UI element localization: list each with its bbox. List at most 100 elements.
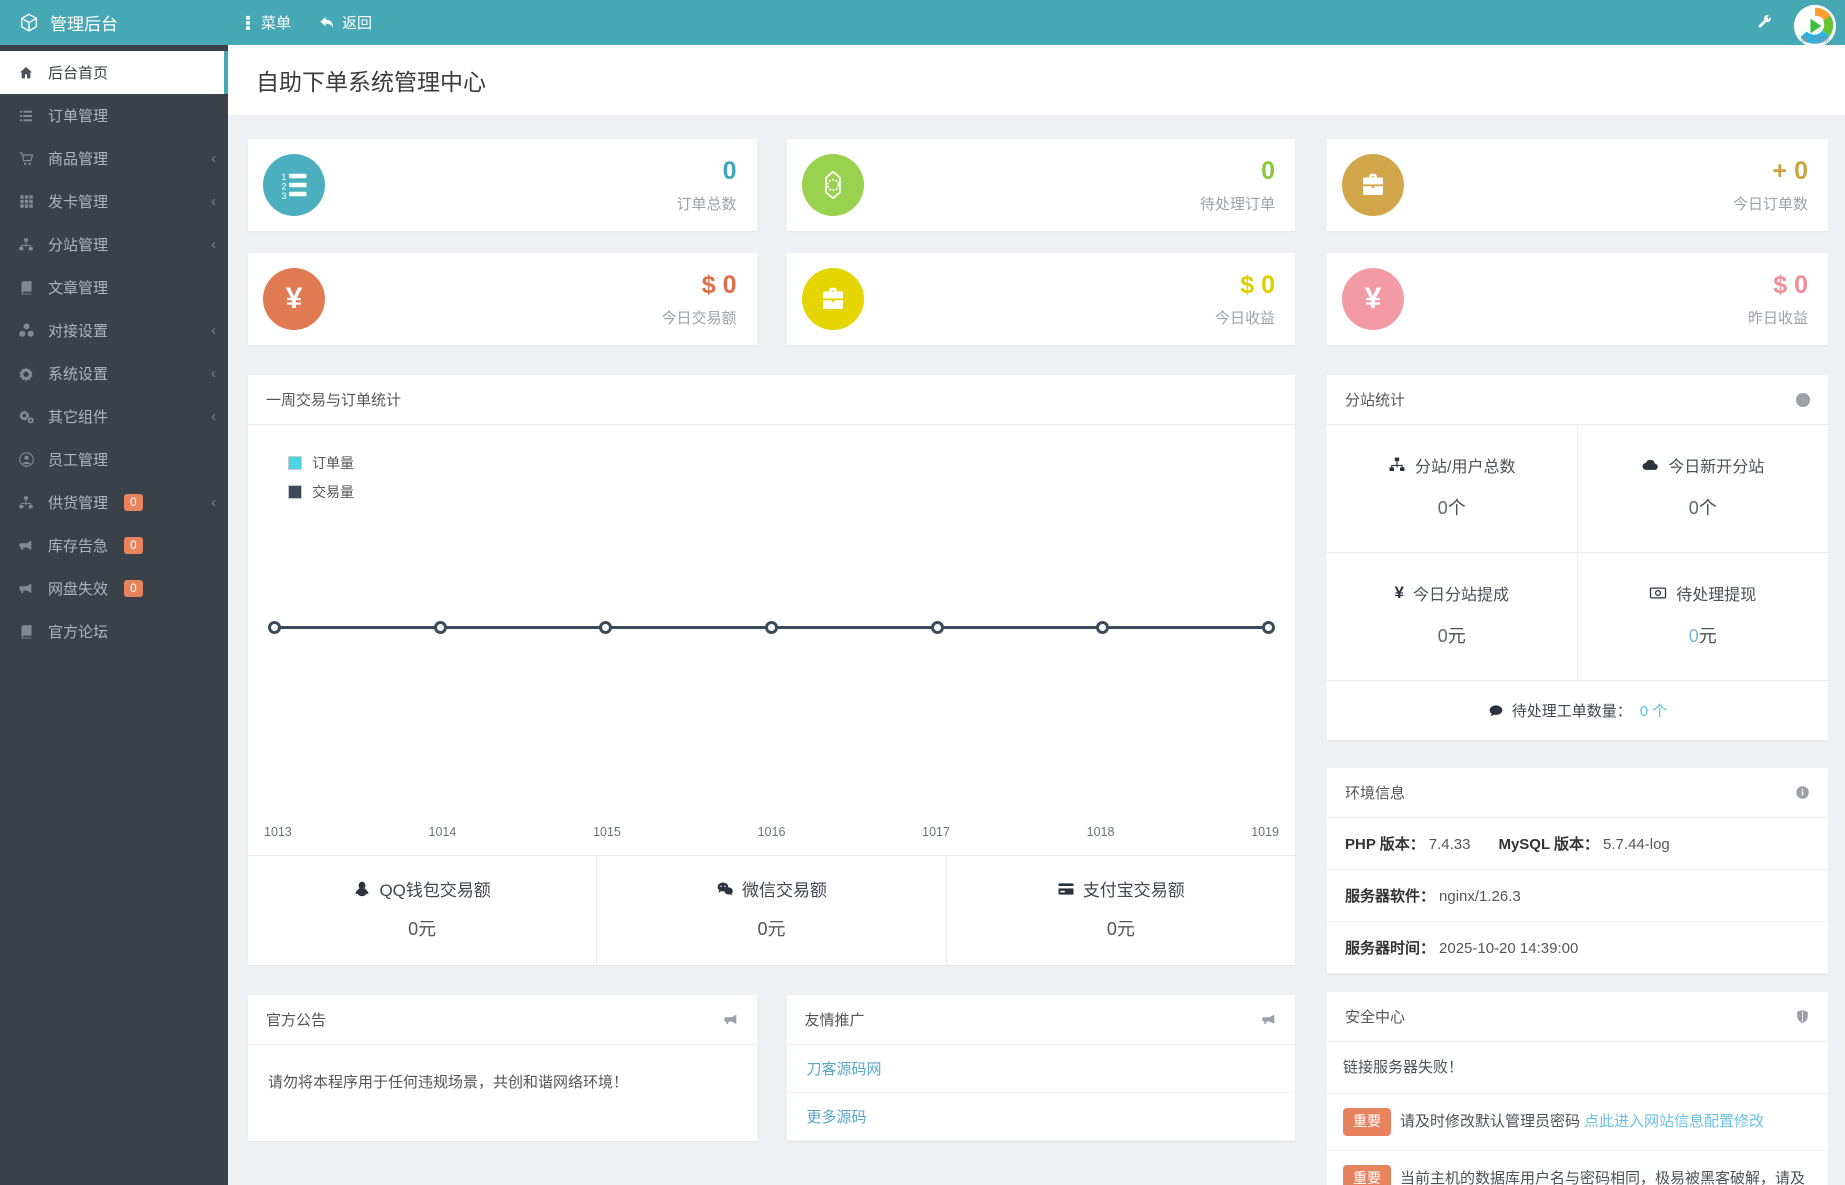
stat-card-today-orders[interactable]: + 0 今日订单数 [1327,139,1828,231]
gears-icon [16,408,36,425]
chevron-left-icon: ‹ [211,365,216,382]
data-point-marker [1096,621,1110,634]
chevron-left-icon: ‹ [211,193,216,210]
sidebar-item-integrations[interactable]: 对接设置 ‹ [0,309,228,352]
list-ol-icon: 123 [263,154,325,216]
stat-value: + 0 [1772,156,1808,185]
sidebar-item-cards[interactable]: 发卡管理 ‹ [0,180,228,223]
sidebar-item-orders[interactable]: 订单管理 [0,94,228,137]
x-tick: 1018 [1086,825,1115,839]
chart-panel-header: 一周交易与订单统计 [248,375,1295,425]
count-badge: 0 [124,494,143,511]
pending-tickets-count[interactable]: 0 个 [1640,700,1668,721]
user-icon [16,451,36,468]
cart-icon [16,150,36,167]
sidebar-item-forum[interactable]: 官方论坛 [0,610,228,653]
chevron-left-icon: ‹ [211,408,216,425]
topbar-right: 腾讯视频 [1756,0,1845,48]
chart-markers [268,621,1275,634]
substation-stat-total: 分站/用户总数 0个 [1327,425,1578,553]
x-tick: 1019 [1251,825,1279,839]
promo-link-daoke[interactable]: 刀客源码网 [786,1045,1295,1093]
payment-stat-qq: QQ钱包交易额 0元 [248,856,596,965]
stat-label: 今日订单数 [1732,195,1808,213]
comment-icon [1489,704,1503,716]
stat-value: $ 0 [1240,270,1275,299]
back-button[interactable]: 返回 [319,12,372,33]
chevron-left-icon: ‹ [211,236,216,253]
brand[interactable]: 管理后台 [0,10,228,35]
weekly-chart-panel: 一周交易与订单统计 订单量 交易量 1013 1014 1015 1016 10… [248,375,1295,965]
sidebar-item-settings[interactable]: 系统设置 ‹ [0,352,228,395]
briefcase-icon [801,268,864,330]
stat-card-today-profit[interactable]: $ 0 今日收益 [786,253,1295,345]
bullhorn-icon [1261,1012,1277,1028]
tencent-video-logo[interactable]: 腾讯视频 [1793,4,1837,48]
bullhorn-icon [723,1012,739,1028]
sidebar-item-stock-alert[interactable]: 库存告急 0 [0,524,228,567]
sidebar-item-articles[interactable]: 文章管理 [0,266,228,309]
important-badge: 重要 [1343,1108,1391,1136]
gem-icon [801,154,864,216]
announcement-panel: 官方公告 请勿将本程序用于任何违规场景，共创和谐网络环境！ [248,995,757,1141]
chevron-left-icon: ‹ [211,322,216,339]
stat-value: 0 [722,156,737,185]
x-tick: 1017 [922,825,950,839]
stat-card-today-volume[interactable]: ¥ $ 0 今日交易额 [248,253,757,345]
topbar: 管理后台 菜单 返回 腾讯视频 [0,0,1845,48]
substation-stat-new-today: 今日新开分站 0个 [1577,425,1828,553]
topbar-menu: 菜单 返回 [228,12,372,33]
sidebar-item-substations[interactable]: 分站管理 ‹ [0,223,228,266]
important-badge: 重要 [1343,1164,1391,1185]
cubes-icon [16,322,36,339]
legend-swatch [288,485,302,499]
book-icon [16,280,36,295]
stat-label: 订单总数 [676,195,737,213]
config-link[interactable]: 点此进入网站信息配置修改 [1584,1113,1764,1130]
grid-icon [16,194,36,209]
count-badge: 0 [124,537,143,554]
brand-title: 管理后台 [50,15,118,34]
security-panel: 安全中心 链接服务器失败！ 重要 请及时修改默认管理员密码 点此进入网站信息配置修改… [1327,992,1828,1185]
money-bill-icon [1650,587,1667,599]
book-icon [16,624,36,639]
substation-panel: 分站统计 分站/用户总数 0个 今日新开分站 0个 ¥ 今日分站提成 0元 待处… [1327,375,1828,740]
sidebar-item-netdisk-invalid[interactable]: 网盘失效 0 [0,567,228,610]
count-badge: 0 [124,580,143,597]
yen-icon: ¥ [263,268,325,330]
stat-card-pending-orders[interactable]: 0 待处理订单 [786,139,1295,231]
stat-value: $ 0 [701,270,737,299]
sitemap-icon [1389,457,1405,471]
menu-button[interactable]: 菜单 [242,12,291,33]
circle-icon [1796,392,1810,407]
credit-card-icon [1058,882,1074,895]
legend-item-orders[interactable]: 订单量 [288,453,354,473]
wrench-icon[interactable] [1756,14,1773,31]
env-row-server-software: 服务器软件： nginx/1.26.3 [1327,870,1828,922]
sidebar-item-home[interactable]: 后台首页 [0,51,228,94]
stat-card-order-total[interactable]: 123 0 订单总数 [248,139,757,231]
legend-item-volume[interactable]: 交易量 [288,482,354,502]
substation-stat-commission: ¥ 今日分站提成 0元 [1327,553,1578,681]
home-icon [16,65,36,81]
payment-stats-row: QQ钱包交易额 0元 微信交易额 0元 支付宝交易额 0元 [248,855,1295,965]
sidebar-item-components[interactable]: 其它组件 ‹ [0,395,228,438]
svg-text:3: 3 [282,191,287,200]
sidebar-item-suppliers[interactable]: 供货管理 0 ‹ [0,481,228,524]
page-title: 自助下单系统管理中心 [228,45,1845,115]
sitemap-icon [16,495,36,511]
promo-link-more[interactable]: 更多源码 [786,1093,1295,1141]
security-row-db-password: 重要当前主机的数据库用户名与密码相同，极易被黑客破解，请及时修改数据库密码 [1327,1151,1828,1185]
sidebar-item-staff[interactable]: 员工管理 [0,438,228,481]
sitemap-icon [16,237,36,253]
data-point-marker [433,621,447,634]
data-point-marker [1261,621,1275,634]
security-row-admin-password: 重要 请及时修改默认管理员密码 点此进入网站信息配置修改 [1327,1094,1828,1151]
announcement-text: 请勿将本程序用于任何违规场景，共创和谐网络环境！ [268,1074,629,1091]
stat-label: 今日交易额 [661,309,737,327]
main-area: 自助下单系统管理中心 123 0 订单总数 0 待处理订单 ¥ $ 0 今日交易… [228,45,1845,1185]
stat-card-yesterday-profit[interactable]: ¥ $ 0 昨日收益 [1327,253,1828,345]
sidebar-item-products[interactable]: 商品管理 ‹ [0,137,228,180]
logo-watermark-text: 腾讯视频 [1801,36,1829,44]
env-row-server-time: 服务器时间： 2025-10-20 14:39:00 [1327,922,1828,974]
